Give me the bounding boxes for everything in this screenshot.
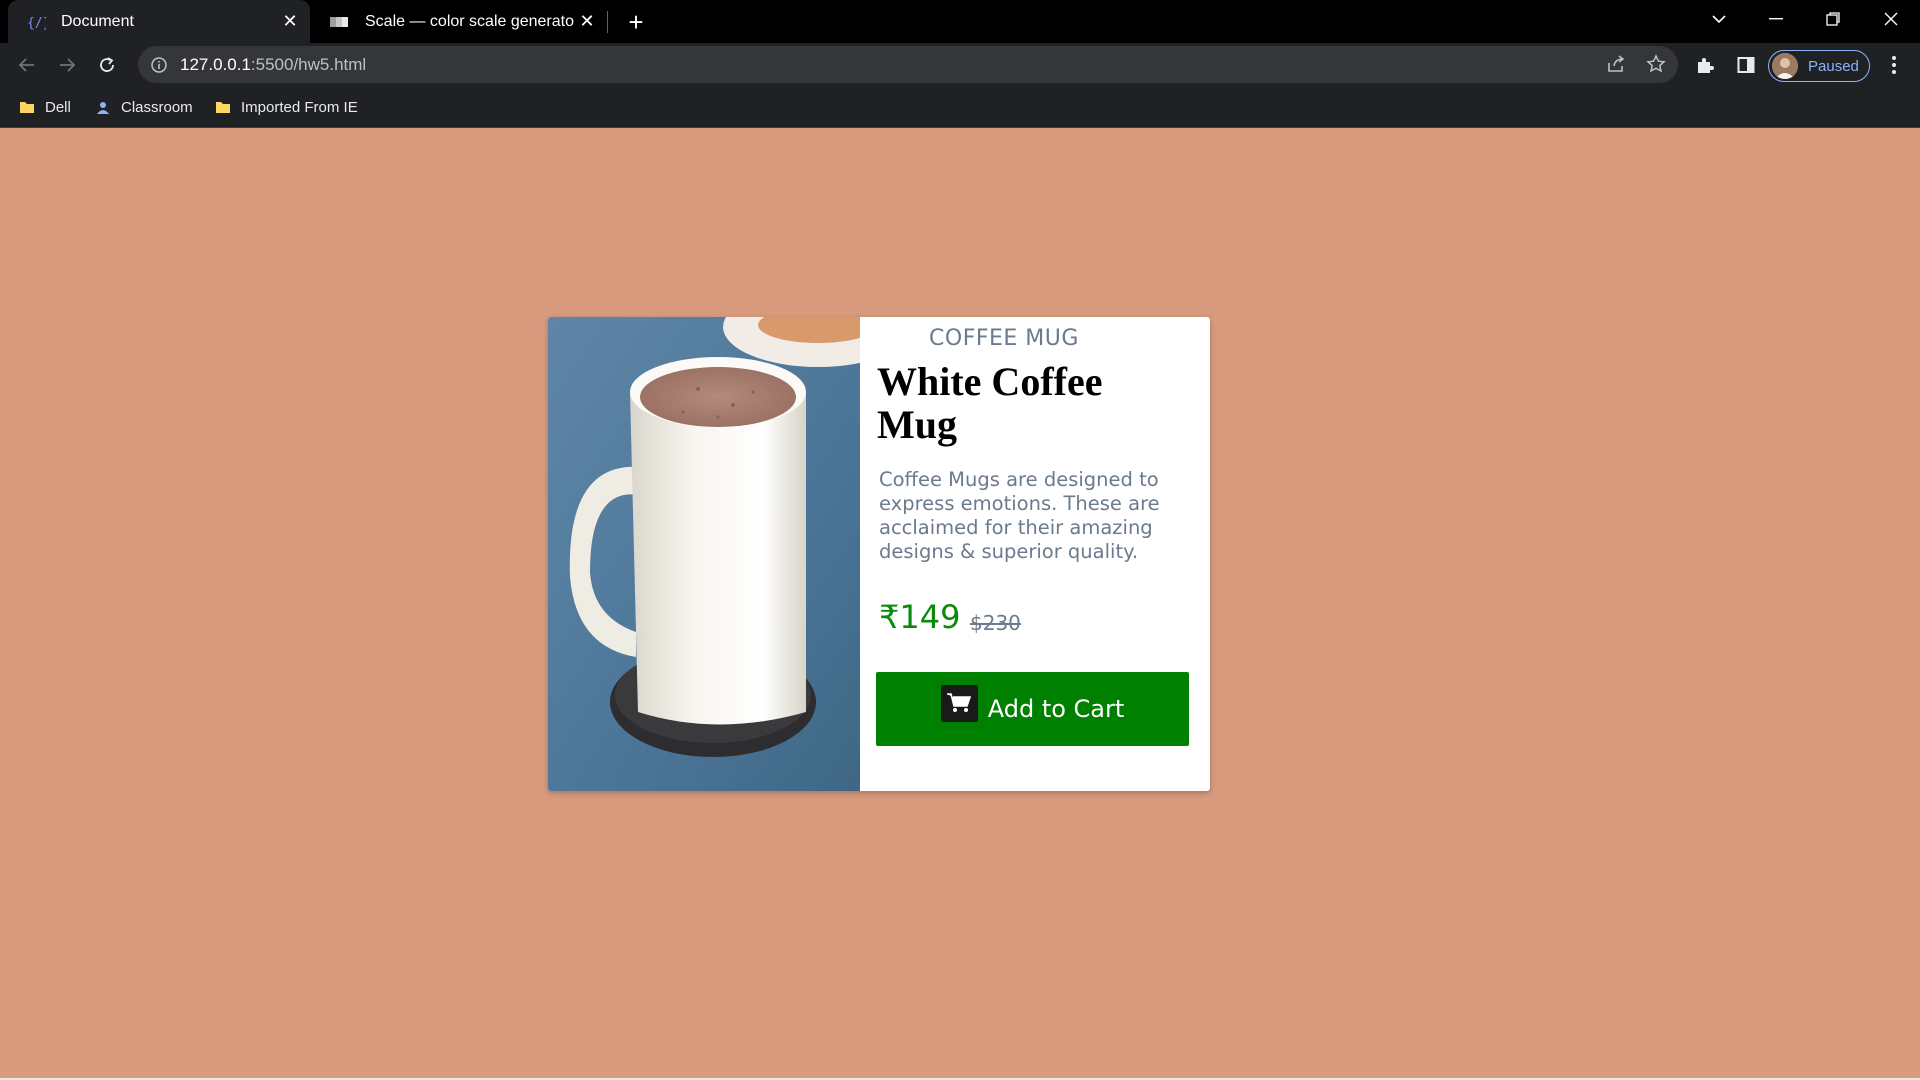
product-card: COFFEE MUG White Coffee Mug Coffee Mugs … <box>548 317 1210 791</box>
svg-text:{/}: {/} <box>27 16 46 31</box>
close-window-icon[interactable] <box>1868 0 1914 38</box>
tab-search-icon[interactable] <box>1696 0 1742 38</box>
profile-label: Paused <box>1808 57 1859 75</box>
site-info-icon[interactable] <box>150 56 168 74</box>
tab-title: Document <box>61 12 134 30</box>
url-host: 127.0.0.1 <box>180 54 251 74</box>
share-icon[interactable] <box>1604 52 1628 76</box>
bookmarks-bar: Dell Classroom Imported From IE <box>0 86 1920 128</box>
url-path: :5500/hw5.html <box>250 54 367 74</box>
side-panel-icon[interactable] <box>1733 52 1759 78</box>
reload-icon[interactable] <box>92 50 122 80</box>
address-bar[interactable]: 127.0.0.1:5500/hw5.html <box>138 46 1678 83</box>
tab-document[interactable]: {/} Document ✕ <box>8 0 310 43</box>
tab-title: Scale — color scale generator <box>365 12 575 30</box>
cart-icon <box>940 684 978 722</box>
bookmark-dell[interactable]: Dell <box>19 94 71 120</box>
bookmark-star-icon[interactable] <box>1644 52 1668 76</box>
bookmark-label: Classroom <box>121 98 193 116</box>
tab-separator <box>607 11 608 33</box>
browser-toolbar: 127.0.0.1:5500/hw5.html <box>0 43 1920 86</box>
product-category: COFFEE MUG <box>929 326 1079 351</box>
code-brackets-icon: {/} <box>25 11 47 33</box>
folder-icon <box>20 102 34 113</box>
product-title: White Coffee Mug <box>877 359 1103 447</box>
tab-strip: {/} Document ✕ Scale — color scale gener… <box>0 0 1920 43</box>
add-to-cart-button[interactable]: Add to Cart <box>876 672 1189 746</box>
folder-icon <box>216 102 230 113</box>
price-old: $230 <box>970 611 1021 635</box>
bookmark-classroom[interactable]: Classroom <box>95 94 193 120</box>
profile-button[interactable]: Paused <box>1768 50 1870 82</box>
bookmark-imported-from-ie[interactable]: Imported From IE <box>215 94 358 120</box>
classroom-icon <box>97 102 109 114</box>
restore-icon[interactable] <box>1810 0 1856 38</box>
product-image <box>548 317 860 791</box>
minimize-icon[interactable] <box>1753 0 1799 38</box>
bookmark-label: Imported From IE <box>241 98 358 116</box>
add-to-cart-label: Add to Cart <box>987 695 1125 723</box>
close-tab-icon[interactable]: ✕ <box>278 10 302 34</box>
tab-scale[interactable]: Scale — color scale generator ✕ <box>312 0 607 43</box>
new-tab-icon[interactable]: + <box>622 7 650 37</box>
more-menu-icon[interactable] <box>1884 52 1904 78</box>
close-tab-icon[interactable]: ✕ <box>575 10 599 34</box>
url-text[interactable]: 127.0.0.1:5500/hw5.html <box>180 55 366 75</box>
price-current: ₹149 <box>879 598 961 636</box>
avatar <box>1772 53 1798 79</box>
extensions-icon[interactable] <box>1692 52 1718 78</box>
product-description: Coffee Mugs are designed to express emot… <box>879 468 1160 563</box>
forward-icon[interactable] <box>52 50 82 80</box>
scale-icon <box>329 11 351 33</box>
back-icon[interactable] <box>12 50 42 80</box>
product-info: COFFEE MUG White Coffee Mug Coffee Mugs … <box>860 317 1210 791</box>
bookmark-label: Dell <box>45 98 71 116</box>
